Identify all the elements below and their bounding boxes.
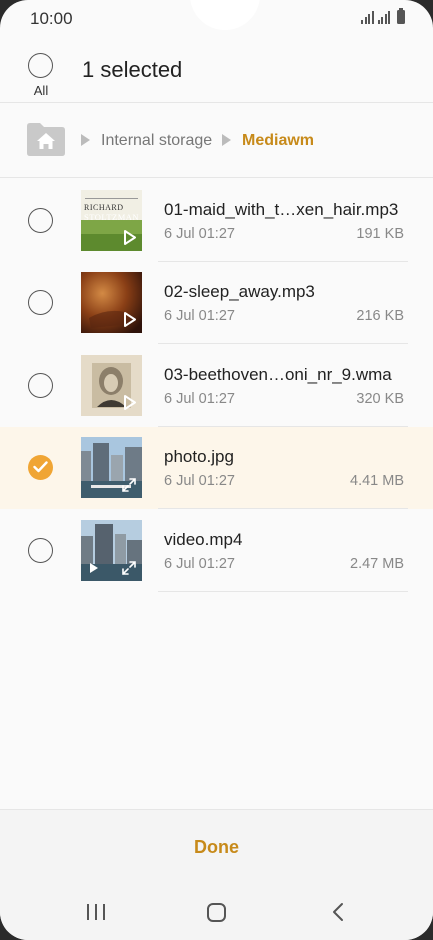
- item-checkbox[interactable]: [28, 208, 53, 233]
- file-size: 191 KB: [356, 226, 404, 242]
- list-item[interactable]: RICHARD STOLTZMAN 01-maid_with_t…xen_hai…: [0, 180, 433, 262]
- file-name: photo.jpg: [164, 447, 234, 466]
- file-thumbnail: RICHARD STOLTZMAN: [81, 190, 142, 251]
- row-divider: [158, 508, 408, 509]
- file-name: 02-sleep_away.mp3: [164, 282, 315, 301]
- status-bar: 10:00: [0, 0, 433, 36]
- file-thumbnail: [81, 272, 142, 333]
- status-time: 10:00: [30, 9, 73, 28]
- item-checkbox[interactable]: [28, 538, 53, 563]
- play-icon: [124, 312, 136, 327]
- row-divider: [158, 343, 408, 344]
- file-date: 6 Jul 01:27: [164, 226, 235, 242]
- list-item[interactable]: 02-sleep_away.mp3 6 Jul 01:27 216 KB: [0, 262, 433, 344]
- file-name: 03-beethoven…oni_nr_9.wma: [164, 365, 392, 384]
- row-divider: [158, 591, 408, 592]
- file-date: 6 Jul 01:27: [164, 473, 235, 489]
- home-icon[interactable]: [207, 903, 226, 922]
- file-name: 01-maid_with_t…xen_hair.mp3: [164, 200, 399, 219]
- chevron-right-icon: [222, 134, 231, 146]
- chevron-right-icon: [81, 134, 90, 146]
- list-item[interactable]: 03-beethoven…oni_nr_9.wma 6 Jul 01:27 32…: [0, 345, 433, 427]
- battery-icon: [397, 8, 405, 24]
- signal-icon: [377, 10, 390, 24]
- file-size: 216 KB: [356, 308, 404, 324]
- file-size: 2.47 MB: [350, 556, 404, 572]
- list-item[interactable]: video.mp4 6 Jul 01:27 2.47 MB: [0, 510, 433, 592]
- done-button[interactable]: Done: [150, 830, 283, 864]
- phone-screen: 10:00 All 1 selected Internal storage Me…: [0, 0, 433, 940]
- selection-count-title: 1 selected: [82, 57, 183, 82]
- selection-header: All 1 selected: [0, 40, 433, 102]
- thumb-artist-line: RICHARD: [84, 203, 124, 212]
- recent-apps-icon[interactable]: [87, 904, 105, 920]
- play-icon: [124, 395, 136, 410]
- signal-icon: [361, 10, 374, 24]
- file-thumbnail: [81, 437, 142, 498]
- select-all-label: All: [33, 83, 49, 98]
- thumb-artist-line: STOLTZMAN: [84, 212, 140, 222]
- item-checkbox[interactable]: [28, 290, 53, 315]
- select-all-checkbox[interactable]: [28, 53, 53, 78]
- file-thumbnail: [81, 520, 142, 581]
- file-thumbnail: [81, 355, 142, 416]
- list-item[interactable]: photo.jpg 6 Jul 01:27 4.41 MB: [0, 427, 433, 509]
- navigation-bar: [0, 882, 433, 940]
- header-divider: [0, 102, 433, 103]
- back-icon[interactable]: [331, 902, 345, 922]
- file-date: 6 Jul 01:27: [164, 556, 235, 572]
- expand-icon: [122, 561, 136, 575]
- breadcrumb-current-folder[interactable]: Mediawm: [242, 132, 314, 150]
- item-checkbox[interactable]: [28, 455, 53, 480]
- play-icon: [124, 230, 136, 245]
- file-date: 6 Jul 01:27: [164, 391, 235, 407]
- breadcrumb-divider: [0, 177, 433, 178]
- status-icons: [361, 8, 405, 24]
- file-size: 320 KB: [356, 391, 404, 407]
- item-checkbox[interactable]: [28, 373, 53, 398]
- home-folder-icon[interactable]: [27, 122, 65, 156]
- play-icon: [90, 563, 98, 573]
- file-size: 4.41 MB: [350, 473, 404, 489]
- file-date: 6 Jul 01:27: [164, 308, 235, 324]
- file-name: video.mp4: [164, 530, 243, 549]
- breadcrumb-internal-storage[interactable]: Internal storage: [101, 132, 212, 150]
- expand-icon: [122, 478, 136, 492]
- breadcrumb: Internal storage Mediawm: [0, 110, 433, 172]
- check-icon: [33, 461, 48, 473]
